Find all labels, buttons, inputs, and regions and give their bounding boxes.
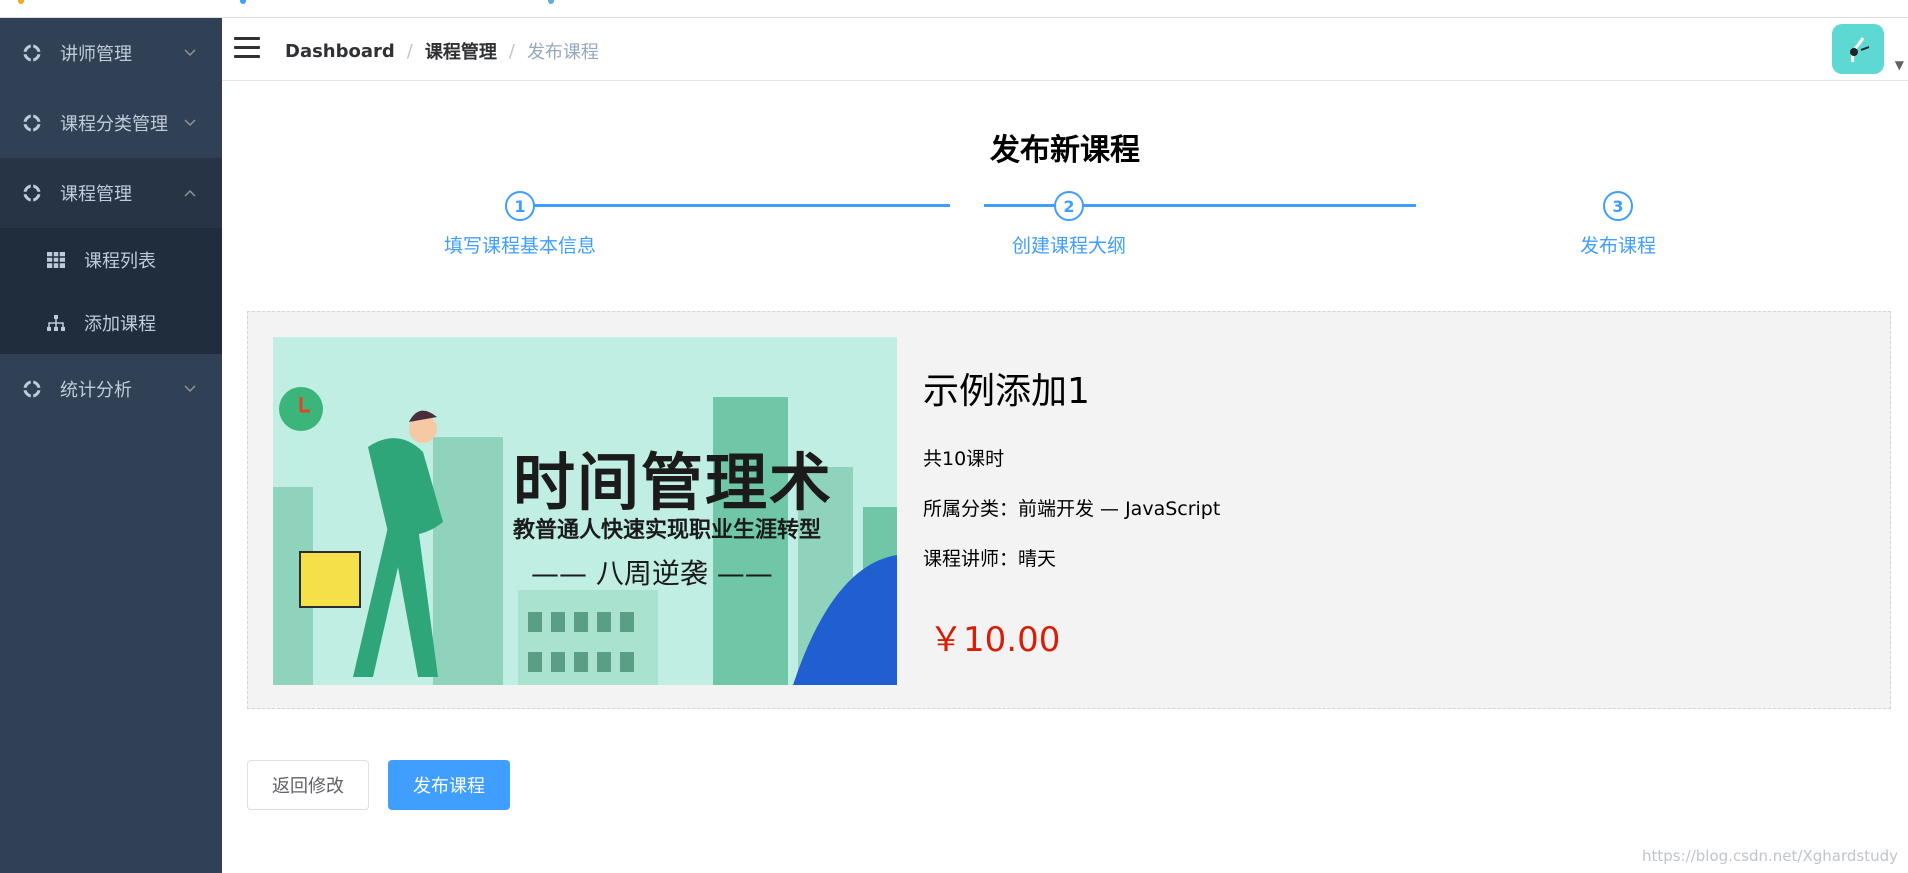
course-info-card: 时间管理术 教普通人快速实现职业生涯转型 —— 八周逆袭 —— 示例添加1 共1… xyxy=(247,311,1891,709)
step-connector xyxy=(984,204,1416,207)
chevron-up-icon xyxy=(184,185,196,201)
breadcrumb-course-management[interactable]: 课程管理 xyxy=(425,38,497,64)
chevron-down-icon xyxy=(184,115,196,131)
sidebar-item-teacher-management[interactable]: 讲师管理 xyxy=(0,18,222,88)
sidebar-item-label: 讲师管理 xyxy=(60,44,132,65)
page-title: 发布新课程 xyxy=(990,133,1140,168)
sidebar-item-label: 统计分析 xyxy=(60,380,132,401)
step-3-title: 发布课程 xyxy=(1579,235,1656,257)
sidebar-group-course-management: 课程管理 课程列表 添加课程 xyxy=(0,158,222,354)
step-3-icon: 3 xyxy=(1603,191,1633,221)
breadcrumb-separator: / xyxy=(508,40,515,62)
gear-icon xyxy=(22,43,42,63)
cover-tagline: —— 八周逆袭 —— xyxy=(531,557,773,590)
step-2-icon: 2 xyxy=(1054,191,1084,221)
avatar-icon xyxy=(1850,37,1870,63)
sidebar-item-label: 课程分类管理 xyxy=(60,114,168,135)
chevron-down-icon xyxy=(184,381,196,397)
cover-subtitle: 教普通人快速实现职业生涯转型 xyxy=(513,518,822,543)
publish-course-button[interactable]: 发布课程 xyxy=(388,760,510,810)
gear-icon xyxy=(22,183,42,203)
main-content: 发布新课程 1 填写课程基本信息 2 创建课程大纲 3 发布课程 时间管理术 教… xyxy=(222,81,1908,873)
sidebar-item-label: 添加课程 xyxy=(84,313,156,335)
table-icon xyxy=(46,250,66,270)
course-teacher: 课程讲师：晴天 xyxy=(923,548,1057,570)
steps: 1 填写课程基本信息 2 创建课程大纲 3 发布课程 xyxy=(222,185,1908,265)
sidebar: 讲师管理 课程分类管理 课程管理 课程列表 添加课程 统计分析 xyxy=(0,18,222,873)
shield-icon xyxy=(548,0,554,4)
sidebar-item-course-list[interactable]: 课程列表 xyxy=(0,228,222,291)
sidebar-item-add-course[interactable]: 添加课程 xyxy=(0,291,222,354)
step-1-icon: 1 xyxy=(505,191,535,221)
step-1-title: 填写课程基本信息 xyxy=(443,235,596,257)
bookmark-icon xyxy=(240,0,246,4)
avatar[interactable] xyxy=(1832,24,1884,74)
breadcrumb-separator: / xyxy=(406,40,413,62)
sidebar-item-course-management[interactable]: 课程管理 xyxy=(0,158,222,228)
course-category: 所属分类：前端开发 — JavaScript xyxy=(923,498,1221,520)
breadcrumb-dashboard[interactable]: Dashboard xyxy=(285,41,395,62)
gear-icon xyxy=(22,113,42,133)
sidebar-item-label: 课程管理 xyxy=(60,184,132,205)
hamburger-menu-icon[interactable] xyxy=(234,37,260,59)
tree-icon xyxy=(46,313,66,333)
gear-icon xyxy=(22,379,42,399)
caret-down-icon[interactable]: ▼ xyxy=(1895,58,1904,72)
sidebar-item-category-management[interactable]: 课程分类管理 xyxy=(0,88,222,158)
submenu-course-management: 课程列表 添加课程 xyxy=(0,228,222,354)
breadcrumb-publish-course: 发布课程 xyxy=(526,42,599,63)
back-to-edit-button[interactable]: 返回修改 xyxy=(247,760,369,810)
step-2-title: 创建课程大纲 xyxy=(1011,235,1126,257)
favicon-icon xyxy=(18,0,24,4)
chevron-down-icon xyxy=(184,45,196,61)
browser-toolbar-strip xyxy=(0,0,1908,18)
cover-title: 时间管理术 xyxy=(513,446,834,519)
course-lesson-count: 共10课时 xyxy=(923,448,1005,470)
course-name: 示例添加1 xyxy=(923,371,1090,412)
step-connector xyxy=(520,204,950,207)
navbar: Dashboard / 课程管理 / 发布课程 ▼ xyxy=(222,18,1908,81)
course-cover-image: 时间管理术 教普通人快速实现职业生涯转型 —— 八周逆袭 —— xyxy=(273,337,897,685)
breadcrumb: Dashboard / 课程管理 / 发布课程 xyxy=(285,38,599,64)
course-price: ￥10.00 xyxy=(929,620,1061,660)
sidebar-item-statistics[interactable]: 统计分析 xyxy=(0,354,222,424)
sidebar-item-label: 课程列表 xyxy=(84,250,156,272)
watermark: https://blog.csdn.net/Xghardstudy xyxy=(1642,847,1898,865)
